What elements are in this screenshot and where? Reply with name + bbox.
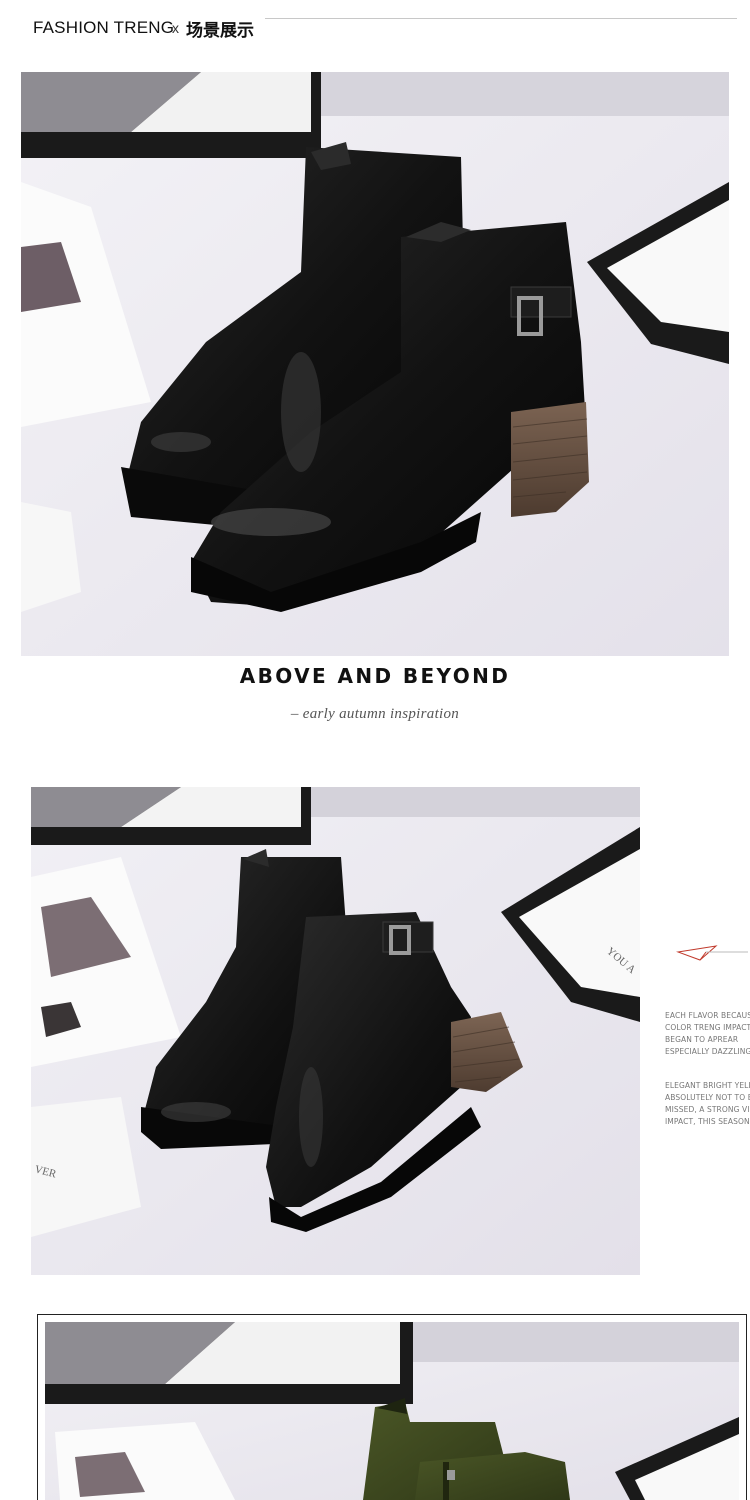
section-title: 场景展示 bbox=[186, 21, 254, 41]
side-line: ESPECIALLY DAZZLING bbox=[665, 1047, 750, 1056]
product-photo-2: YOU A VER bbox=[31, 787, 640, 1275]
boots-side-image: YOU A VER bbox=[31, 787, 640, 1275]
section-header: FASHION TRENG x 场景展示 bbox=[0, 0, 750, 50]
tagline: ABOVE AND BEYOND – early autumn inspirat… bbox=[0, 664, 750, 723]
side-line: COLOR TRENG IMPACT bbox=[665, 1023, 750, 1032]
product-photo-3 bbox=[45, 1322, 739, 1500]
side-line: EACH FLAVOR BECAUSE bbox=[665, 1011, 750, 1020]
product-photo-1 bbox=[21, 72, 729, 656]
tagline-title: ABOVE AND BEYOND bbox=[239, 664, 511, 688]
side-line: MISSED, A STRONG VISI bbox=[665, 1105, 750, 1114]
brand-name: FASHION TRENG bbox=[33, 18, 175, 37]
green-boots-image bbox=[45, 1322, 739, 1500]
header-separator: x bbox=[172, 20, 179, 36]
side-description: EACH FLAVOR BECAUSE COLOR TRENG IMPACT B… bbox=[665, 1010, 750, 1128]
paper-plane-icon bbox=[676, 945, 748, 961]
side-line: IMPACT, THIS SEASON bbox=[665, 1117, 750, 1126]
boots-pair-image bbox=[21, 72, 729, 656]
tagline-subtitle: – early autumn inspiration bbox=[290, 706, 460, 722]
side-line: ABSOLUTELY NOT TO BE bbox=[665, 1093, 750, 1102]
header-rule bbox=[265, 18, 737, 19]
side-line: ELEGANT BRIGHT YELLO bbox=[665, 1081, 750, 1090]
side-line: BEGAN TO APREAR bbox=[665, 1035, 739, 1044]
